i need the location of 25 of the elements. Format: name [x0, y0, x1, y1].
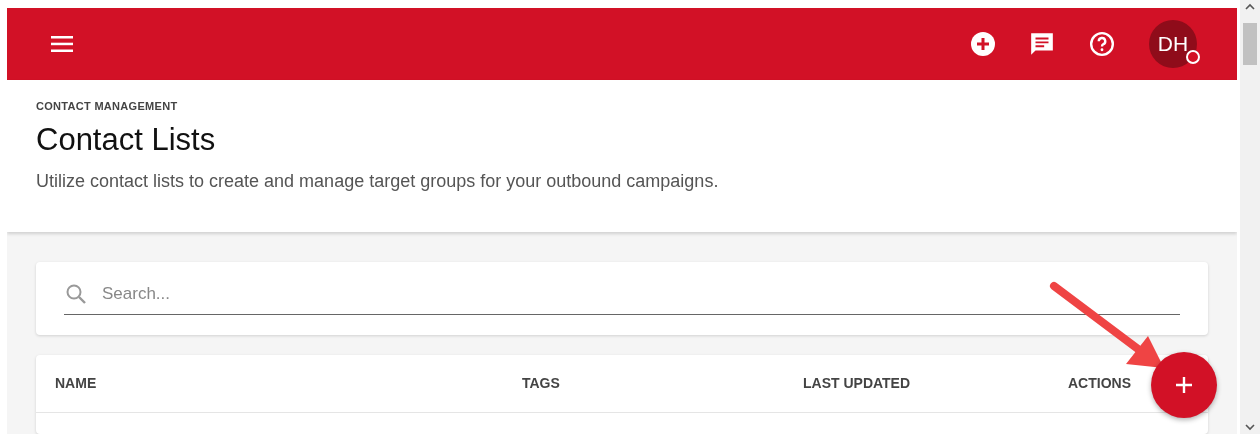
scrollbar[interactable] — [1240, 0, 1260, 434]
column-header: TAGS — [522, 375, 560, 392]
plus-icon — [1174, 375, 1194, 395]
column-header: NAME — [55, 375, 97, 392]
column-header: LAST UPDATED — [803, 375, 911, 392]
scrollbar-thumb[interactable] — [1243, 23, 1257, 65]
chat-button[interactable] — [1029, 31, 1055, 57]
help-button[interactable] — [1089, 31, 1115, 57]
menu-icon — [51, 36, 73, 52]
breadcrumb: CONTACT MANAGEMENT — [36, 99, 179, 114]
chat-icon — [1029, 31, 1055, 57]
page-description: Utilize contact lists to create and manage target groups for your outbound campaigns. — [36, 169, 720, 193]
column-header: ACTIONS — [1068, 375, 1131, 392]
search-input[interactable]: Search... — [100, 280, 1180, 308]
plus-circle-icon — [971, 32, 995, 56]
menu-button[interactable] — [51, 36, 73, 52]
help-icon — [1089, 31, 1115, 57]
status-indicator — [1186, 50, 1200, 64]
add-button[interactable] — [971, 32, 995, 56]
add-button[interactable] — [1151, 352, 1217, 418]
user-avatar[interactable]: DH — [1149, 20, 1197, 68]
scroll-down-icon[interactable] — [1245, 423, 1255, 431]
scroll-up-icon[interactable] — [1245, 3, 1255, 11]
search-field[interactable]: Search... — [64, 280, 1180, 315]
page-title: Contact Lists — [36, 120, 217, 158]
